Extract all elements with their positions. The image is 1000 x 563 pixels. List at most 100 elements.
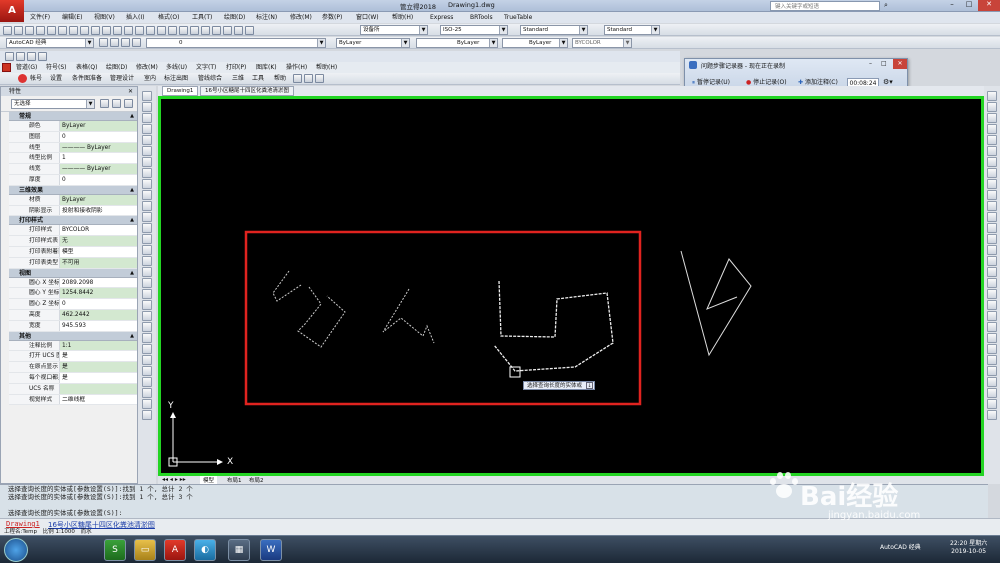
taskbar-app-s[interactable]: S xyxy=(104,539,126,561)
property-value[interactable]: 1:1 xyxy=(60,340,137,351)
toggle-pickadd-icon[interactable] xyxy=(100,99,109,108)
menu-pipe[interactable]: 管道(G) xyxy=(14,62,39,73)
draw-tool-icon[interactable] xyxy=(142,355,152,365)
draw-tool-icon[interactable] xyxy=(142,377,152,387)
draw-tool-icon[interactable] xyxy=(142,322,152,332)
tab-layout2[interactable]: 布局2 xyxy=(246,476,267,484)
property-row[interactable]: 打印样式表无 xyxy=(9,236,137,247)
draw-tool-icon[interactable] xyxy=(142,113,152,123)
search-icon[interactable]: ⌕ xyxy=(884,1,888,10)
menu-account[interactable]: 帐号 xyxy=(28,73,44,84)
property-value[interactable]: ByLayer xyxy=(60,194,137,205)
tool-a-icon[interactable] xyxy=(293,74,302,83)
new-icon[interactable] xyxy=(3,26,12,35)
property-row[interactable]: 图层 0 xyxy=(9,131,137,143)
draw-tool-icon[interactable] xyxy=(142,245,152,255)
menu-param[interactable]: 参数(P) xyxy=(320,13,344,23)
lineweight-combo[interactable]: ByLayer ▼ xyxy=(502,38,568,48)
search-input[interactable]: 键入关键字或短语 xyxy=(770,1,880,11)
taskbar-app-folder[interactable]: ▭ xyxy=(134,539,156,561)
modify-tool-icon[interactable] xyxy=(987,355,997,365)
linetype-combo[interactable]: ByLayer ▼ xyxy=(416,38,498,48)
menu-annotate-output[interactable]: 标注出图 xyxy=(162,73,190,84)
menu-modify-2[interactable]: 修改(M) xyxy=(134,62,160,73)
taskbar-app-autocad[interactable]: A xyxy=(164,539,186,561)
help-icon[interactable] xyxy=(245,26,254,35)
property-value[interactable]: 1254.8442 xyxy=(60,288,137,299)
recorder-maximize[interactable]: □ xyxy=(881,60,887,67)
draw-tool-icon[interactable] xyxy=(142,388,152,398)
publish-icon[interactable] xyxy=(58,26,67,35)
menu-draw[interactable]: 绘图(D) xyxy=(222,13,247,23)
menu-operation[interactable]: 操作(H) xyxy=(284,62,309,73)
draw-tool-icon[interactable] xyxy=(142,190,152,200)
property-row[interactable]: 打印表附着到模型 xyxy=(9,246,137,258)
taskbar-app-word[interactable]: W xyxy=(260,539,282,561)
draw-tool-icon[interactable] xyxy=(142,333,152,343)
workspace-settings-icon[interactable] xyxy=(99,38,108,47)
draw-tool-icon[interactable] xyxy=(142,234,152,244)
redo-icon[interactable] xyxy=(124,26,133,35)
textstyle-combo[interactable]: Standard ▼ xyxy=(520,25,588,35)
modify-tool-icon[interactable] xyxy=(987,190,997,200)
modify-tool-icon[interactable] xyxy=(987,179,997,189)
menu-help[interactable]: 帮助(H) xyxy=(390,13,415,23)
menu-insert[interactable]: 插入(I) xyxy=(124,13,146,23)
menu-express[interactable]: Express xyxy=(428,13,455,23)
open-icon[interactable] xyxy=(14,26,23,35)
property-value[interactable]: 0 xyxy=(60,131,137,142)
menu-text[interactable]: 文字(T) xyxy=(194,62,218,73)
tab-layout1[interactable]: 布局1 xyxy=(224,476,245,484)
property-value[interactable]: 是 xyxy=(60,351,137,362)
modify-tool-icon[interactable] xyxy=(987,278,997,288)
tooltip-dropdown-icon[interactable]: ↓ xyxy=(586,382,594,389)
selection-combo[interactable]: 无选择 ▼ xyxy=(11,99,95,109)
tool-b-icon[interactable] xyxy=(304,74,313,83)
drawing-canvas[interactable]: X Y 选择查询长度的实体或 ↓ xyxy=(158,96,984,476)
modify-tool-icon[interactable] xyxy=(987,234,997,244)
app-logo[interactable]: A xyxy=(0,0,24,22)
menu-condition[interactable]: 条件图准备 xyxy=(70,73,104,84)
menu-help-2[interactable]: 帮助(H) xyxy=(314,62,339,73)
menu-dimension[interactable]: 标注(N) xyxy=(254,13,279,23)
property-row[interactable]: 线型比例 1 xyxy=(9,153,137,165)
draw-tool-icon[interactable] xyxy=(142,102,152,112)
modify-tool-icon[interactable] xyxy=(987,366,997,376)
menu-symbol[interactable]: 符号(S) xyxy=(44,62,69,73)
tab-drawing2[interactable]: 16号小区糖尾十四区化粪池清淤图 xyxy=(200,86,294,96)
menu-window[interactable]: 窗口(W) xyxy=(354,13,381,23)
modify-tool-icon[interactable] xyxy=(987,300,997,310)
property-row[interactable]: 线宽 ———— ByLayer xyxy=(9,164,137,175)
start-button[interactable] xyxy=(4,538,28,562)
recorder-minimize[interactable]: – xyxy=(869,60,872,67)
layer-state-combo[interactable]: 设备所 ▼ xyxy=(360,25,428,35)
property-row[interactable]: UCS 名称 xyxy=(9,383,137,395)
undo-icon[interactable] xyxy=(113,26,122,35)
modify-tool-icon[interactable] xyxy=(987,289,997,299)
draw-tool-icon[interactable] xyxy=(142,300,152,310)
draw-circle-icon[interactable] xyxy=(38,52,47,61)
menu-manage-design[interactable]: 管理设计 xyxy=(108,73,136,84)
maximize-button[interactable]: □ xyxy=(961,0,977,11)
layer-manager-icon[interactable] xyxy=(110,38,119,47)
modify-tool-icon[interactable] xyxy=(987,135,997,145)
modify-tool-icon[interactable] xyxy=(987,223,997,233)
modify-tool-icon[interactable] xyxy=(987,377,997,387)
section-header[interactable]: 其他 ▲ xyxy=(9,331,137,341)
modify-tool-icon[interactable] xyxy=(987,212,997,222)
menu-library[interactable]: 图库(K) xyxy=(254,62,279,73)
menu-help-3[interactable]: 帮助 xyxy=(272,73,288,84)
modify-tool-icon[interactable] xyxy=(987,157,997,167)
zoom-window-icon[interactable] xyxy=(157,26,166,35)
zoom-icon[interactable] xyxy=(146,26,155,35)
property-row[interactable]: 宽度 945.593 xyxy=(9,320,137,332)
property-value[interactable]: ———— ByLayer xyxy=(60,164,137,174)
property-row[interactable]: 线型 ———— ByLayer xyxy=(9,142,137,154)
draw-arc-icon[interactable] xyxy=(27,52,36,61)
tray-clock[interactable]: 22:20 星期六 2019-10-05 xyxy=(950,540,987,556)
property-row[interactable]: 阴影显示 投射和接收阴影 xyxy=(9,205,137,217)
menu-draw-2[interactable]: 绘图(D) xyxy=(104,62,129,73)
collapse-icon[interactable]: ▲ xyxy=(130,269,134,278)
quick-select-icon[interactable] xyxy=(124,99,133,108)
modify-tool-icon[interactable] xyxy=(987,91,997,101)
